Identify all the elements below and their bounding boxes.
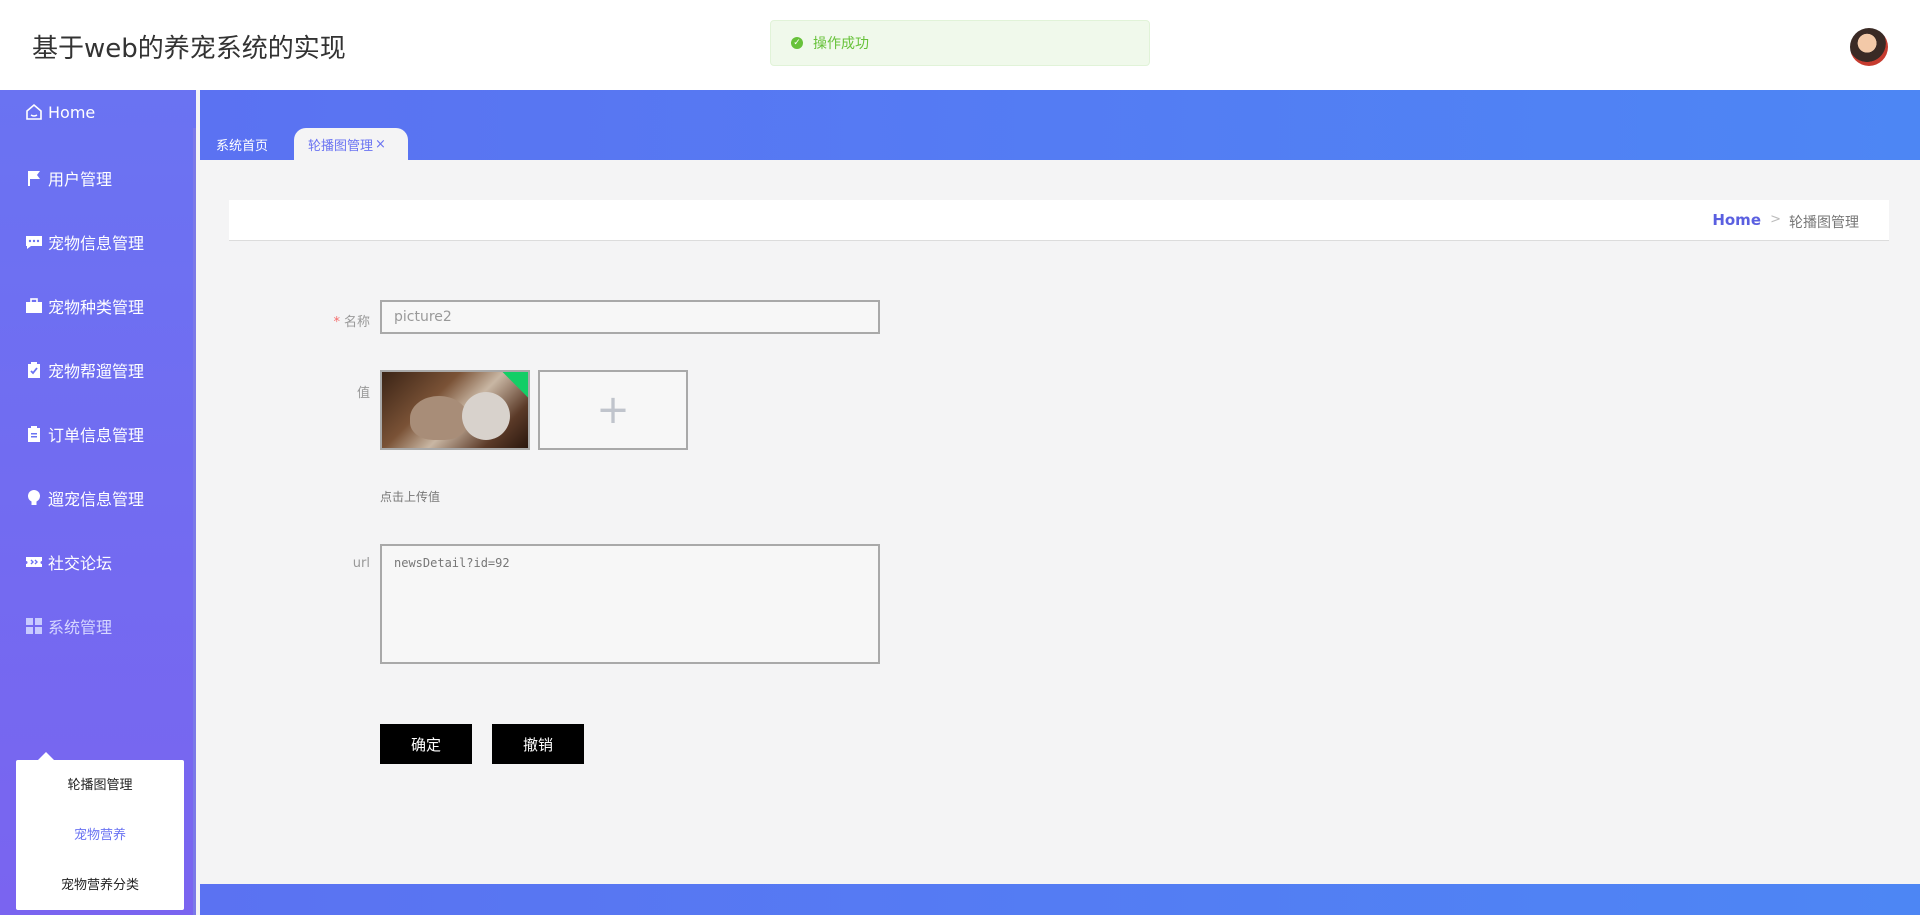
success-corner-badge	[502, 372, 528, 398]
sidebar-item-label: 遛宠信息管理	[48, 490, 145, 509]
sidebar-item-orders[interactable]: 订单信息管理	[24, 422, 144, 446]
sidebar-scrollbar[interactable]	[193, 128, 196, 915]
top-header: 基于web的养宠系统的实现 ✓ 操作成功	[0, 0, 1920, 90]
success-check-icon: ✓	[791, 37, 803, 49]
sidebar-item-users[interactable]: 用户管理	[24, 166, 112, 190]
tab-label: 系统首页	[216, 138, 269, 154]
cat-shape	[462, 392, 510, 440]
sidebar-item-label: 系统管理	[48, 618, 113, 637]
breadcrumb-home[interactable]: Home	[1712, 211, 1761, 229]
clipboard-check-icon	[24, 360, 44, 380]
app-title: 基于web的养宠系统的实现	[32, 34, 346, 64]
sidebar-item-pet-walk[interactable]: 宠物帮遛管理	[24, 358, 144, 382]
sidebar-item-home[interactable]: Home	[24, 100, 95, 124]
breadcrumb-separator: >	[1770, 212, 1781, 227]
tab-carousel-management[interactable]: 轮播图管理 ×	[294, 128, 408, 160]
card-icon	[24, 844, 44, 864]
sidebar-item-label: 社交论坛	[48, 554, 113, 573]
sidebar-item-walk-info[interactable]: 遛宠信息管理	[24, 486, 144, 510]
sidebar-item-label: 宠物帮遛管理	[48, 362, 145, 381]
sidebar-item-label: 用户管理	[48, 170, 113, 189]
url-textarea[interactable]: newsDetail?id=92	[380, 544, 880, 664]
close-icon[interactable]: ×	[375, 137, 386, 152]
clipboard-icon	[24, 424, 44, 444]
confirm-button[interactable]: 确定	[380, 724, 472, 764]
footer-band	[200, 884, 1920, 915]
home-icon	[24, 102, 44, 122]
tab-bar	[200, 90, 1920, 160]
briefcase-icon	[24, 296, 44, 316]
grid-icon	[24, 616, 44, 636]
system-submenu: 轮播图管理 宠物营养 宠物营养分类	[16, 752, 184, 910]
name-label-text: 名称	[343, 315, 370, 330]
sidebar-item-forum[interactable]: 社交论坛	[24, 550, 112, 574]
value-label: 值	[356, 386, 370, 401]
avatar[interactable]	[1850, 28, 1888, 66]
success-toast: ✓ 操作成功	[770, 20, 1150, 66]
uploaded-image-thumbnail[interactable]	[380, 370, 530, 450]
upload-hint: 点击上传值	[380, 490, 441, 504]
flag-icon	[24, 168, 44, 188]
plus-icon: +	[596, 387, 630, 433]
main-content	[200, 160, 1920, 884]
cat-shape	[410, 396, 468, 440]
tab-label: 轮播图管理	[308, 138, 374, 154]
lightbulb-icon	[24, 488, 44, 508]
sidebar-item-label: 宠物种类管理	[48, 298, 145, 317]
sidebar-item-label: 订单信息管理	[48, 426, 145, 445]
sidebar: Home 用户管理 宠物信息管理 宠物种类管理 宠物帮遛管理 订单信息管理 遛宠…	[0, 90, 196, 915]
sidebar-item-system[interactable]: 系统管理	[24, 614, 112, 638]
submenu-item-nutrition-category[interactable]: 宠物营养分类	[16, 874, 184, 893]
name-label: * 名称	[290, 311, 370, 330]
sidebar-item-label: Home	[48, 102, 96, 122]
breadcrumb: Home > 轮播图管理	[229, 200, 1889, 241]
cancel-button[interactable]: 撤销	[492, 724, 584, 764]
sidebar-item-pet-category[interactable]: 宠物种类管理	[24, 294, 144, 318]
submenu-item-carousel[interactable]: 轮播图管理	[16, 774, 184, 793]
toast-message: 操作成功	[813, 36, 869, 52]
submenu-item-pet-nutrition[interactable]: 宠物营养	[16, 824, 184, 843]
chat-icon	[24, 232, 44, 252]
required-mark: *	[333, 315, 340, 330]
sidebar-item-pet-info[interactable]: 宠物信息管理	[24, 230, 144, 254]
sidebar-item-label: 我的信息	[48, 846, 113, 865]
tab-home[interactable]: 系统首页	[202, 128, 282, 160]
name-input[interactable]: picture2	[380, 300, 880, 334]
upload-button[interactable]: +	[538, 370, 688, 450]
sidebar-item-label: 宠物信息管理	[48, 234, 145, 253]
url-label: url	[352, 556, 370, 571]
sidebar-item-my-info[interactable]: 我的信息	[24, 842, 112, 866]
breadcrumb-current: 轮播图管理	[1789, 215, 1859, 231]
ticket-icon	[24, 552, 44, 572]
